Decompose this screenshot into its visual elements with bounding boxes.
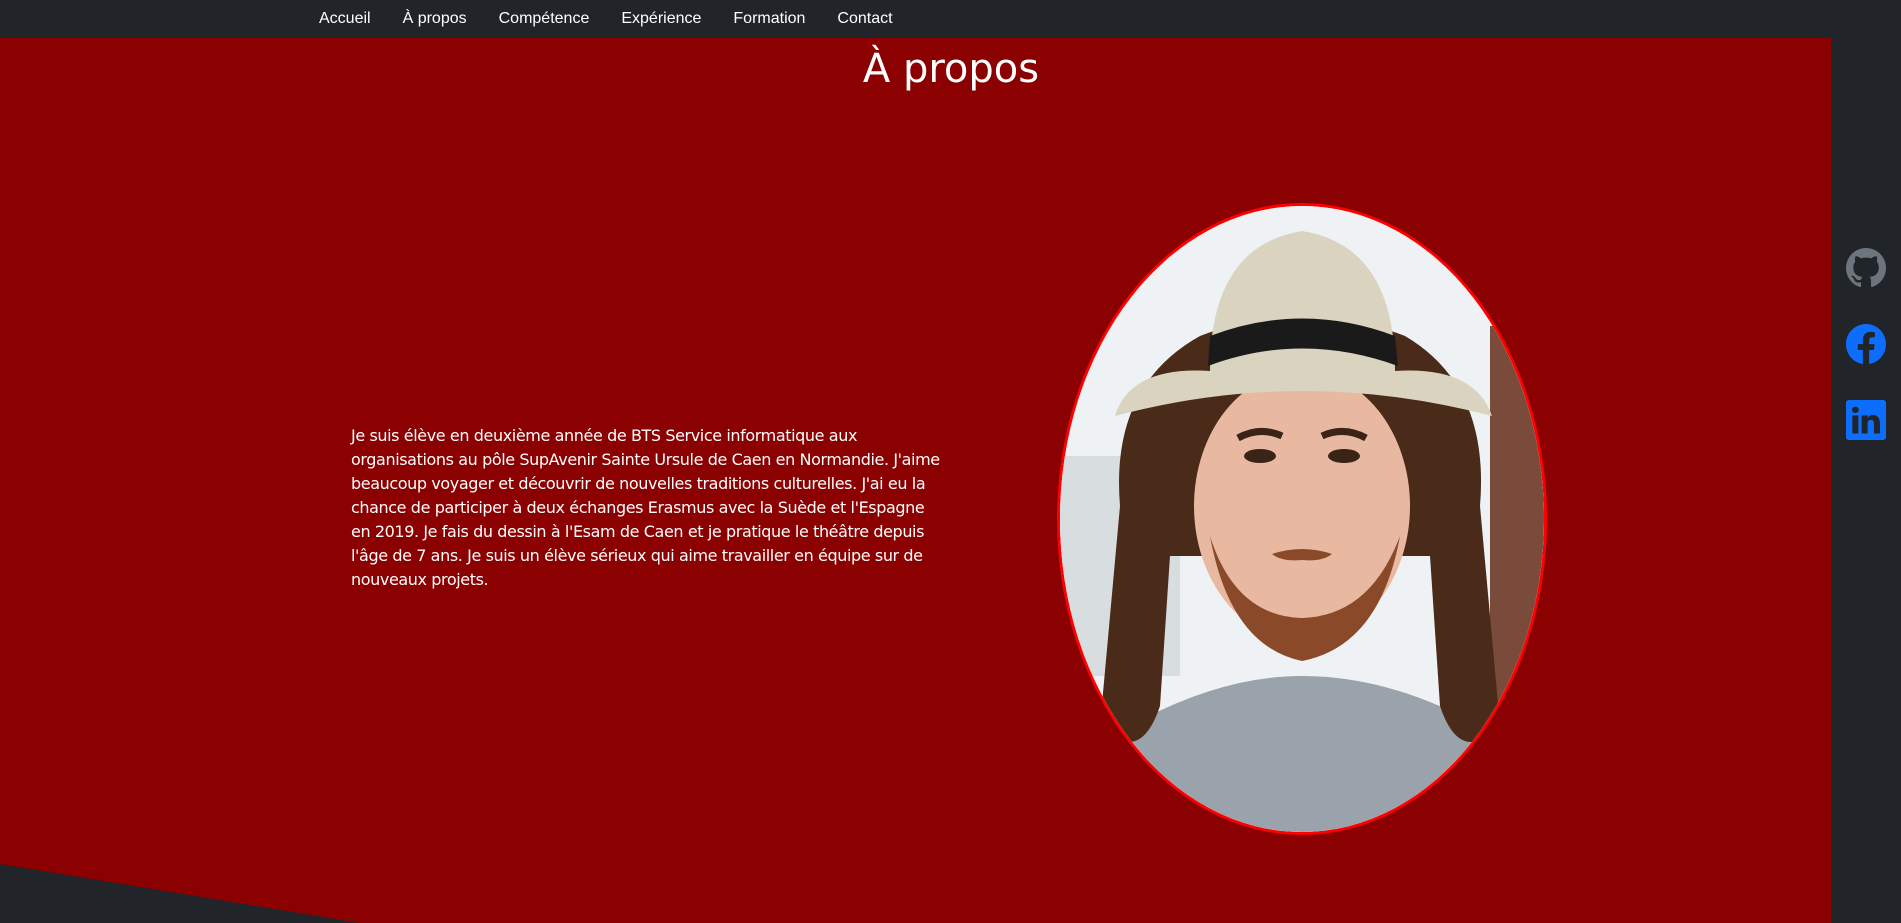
top-navbar: Accueil À propos Compétence Expérience F… <box>0 0 1901 38</box>
github-icon[interactable] <box>1846 248 1886 288</box>
nav-link-accueil[interactable]: Accueil <box>319 10 371 27</box>
nav-link-competence[interactable]: Compétence <box>499 10 590 27</box>
nav-link-experience[interactable]: Expérience <box>621 10 701 27</box>
nav-link-formation[interactable]: Formation <box>733 10 805 27</box>
about-paragraph: Je suis élève en deuxième année de BTS S… <box>351 426 940 589</box>
about-title: À propos <box>862 46 1040 92</box>
facebook-icon[interactable] <box>1845 323 1886 365</box>
linkedin-icon[interactable] <box>1846 400 1886 440</box>
nav-link-contact[interactable]: Contact <box>837 10 892 27</box>
portrait-illustration <box>1060 206 1544 832</box>
portrait-photo <box>1057 203 1547 835</box>
nav-link-a-propos[interactable]: À propos <box>403 10 467 27</box>
about-section: À propos Je suis élève en deuxième année… <box>0 38 1831 923</box>
nav-list: Accueil À propos Compétence Expérience F… <box>319 0 925 38</box>
